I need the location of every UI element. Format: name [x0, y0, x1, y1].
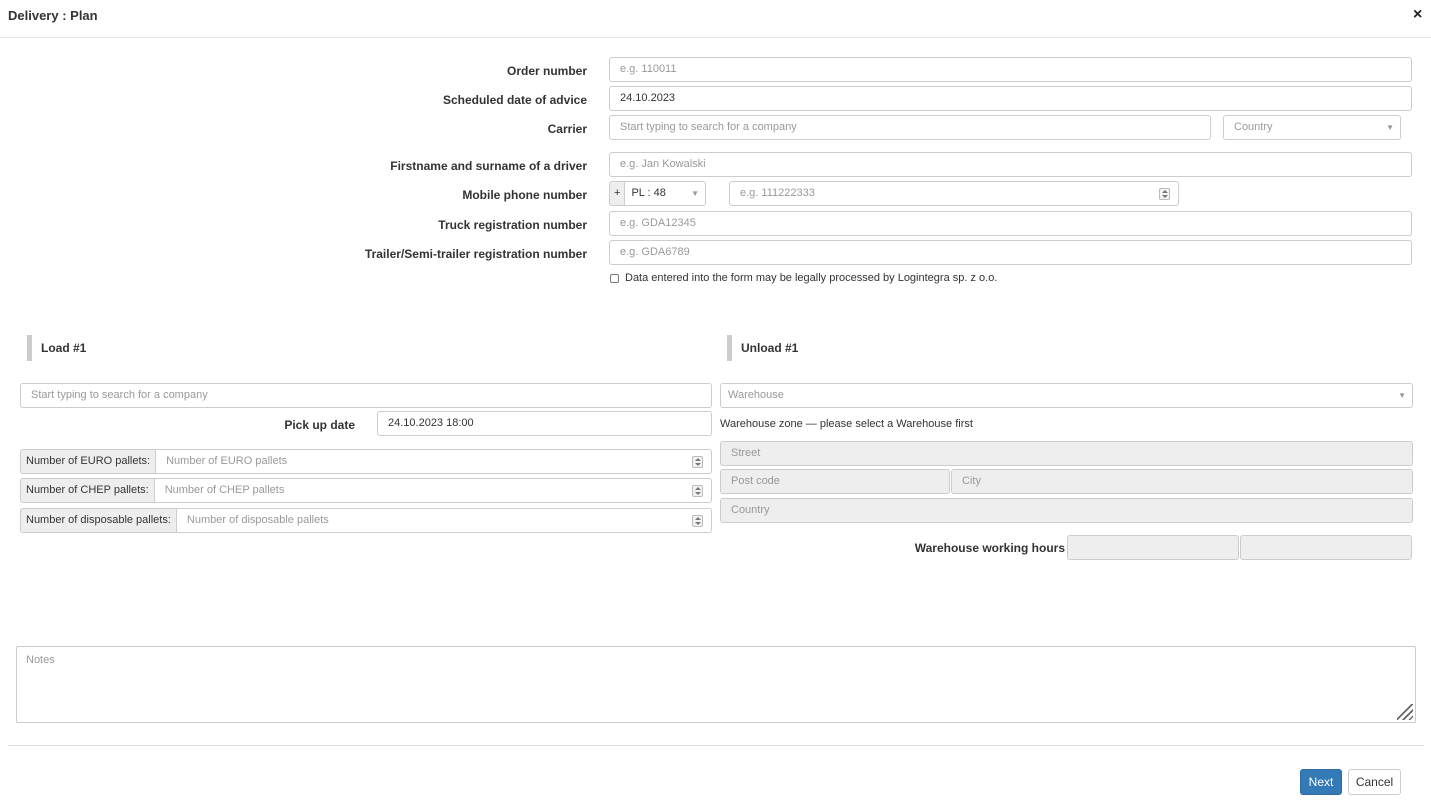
chevron-down-icon: ▼ [691, 189, 699, 198]
spinner-icon[interactable] [1159, 188, 1170, 200]
driver-input[interactable]: e.g. Jan Kowalski [609, 152, 1412, 177]
working-hours-from [1067, 535, 1239, 560]
euro-pallets-input[interactable]: Number of EURO pallets [155, 449, 712, 474]
consent-label: Data entered into the form may be legall… [625, 272, 998, 284]
load-company-input[interactable]: Start typing to search for a company [20, 383, 712, 408]
truck-input[interactable]: e.g. GDA12345 [609, 211, 1412, 236]
street-input: Street [720, 441, 1413, 466]
carrier-input[interactable]: Start typing to search for a company [609, 115, 1211, 140]
warehouse-select[interactable]: Warehouse ▼ [720, 383, 1413, 408]
truck-label: Truck registration number [438, 218, 587, 232]
working-hours-to [1240, 535, 1412, 560]
post-code-input: Post code [720, 469, 950, 494]
load-section-title: Load #1 [27, 335, 327, 361]
trailer-input[interactable]: e.g. GDA6789 [609, 240, 1412, 265]
chevron-down-icon: ▼ [1398, 391, 1406, 400]
chep-pallets-label: Number of CHEP pallets: [20, 478, 154, 503]
euro-pallets-label: Number of EURO pallets: [20, 449, 156, 474]
unload-section-title: Unload #1 [727, 335, 1027, 361]
warehouse-value: Warehouse [728, 389, 784, 401]
header-divider [0, 37, 1431, 38]
modal-title: Delivery : Plan [8, 8, 98, 23]
spinner-icon[interactable] [692, 485, 703, 497]
chevron-down-icon: ▼ [1386, 123, 1394, 132]
disposable-pallets-label: Number of disposable pallets: [20, 508, 176, 533]
chep-pallets-input[interactable]: Number of CHEP pallets [153, 478, 712, 503]
scheduled-date-label: Scheduled date of advice [442, 93, 587, 107]
resize-grip-icon[interactable] [1397, 704, 1413, 720]
euro-pallets-group: Number of EURO pallets: Number of EURO p… [20, 449, 712, 474]
city-input: City [951, 469, 1413, 494]
phone-prefix-select[interactable]: PL : 48 ▼ [624, 181, 706, 206]
order-number-label: Order number [506, 64, 587, 78]
plus-addon: + [609, 181, 625, 206]
consent-checkbox[interactable] [610, 274, 619, 283]
cancel-button[interactable]: Cancel [1348, 769, 1401, 795]
mobile-label: Mobile phone number [462, 188, 587, 202]
mobile-placeholder: e.g. 111222333 [740, 187, 815, 199]
trailer-label: Trailer/Semi-trailer registration number [364, 247, 587, 261]
warehouse-zone-text: Warehouse zone — please select a Warehou… [720, 418, 973, 430]
working-hours-label: Warehouse working hours [914, 541, 1065, 555]
pickup-date-label: Pick up date [284, 418, 355, 432]
carrier-country-select[interactable]: Country ▼ [1223, 115, 1401, 140]
driver-label: Firstname and surname of a driver [390, 159, 587, 173]
scheduled-date-input[interactable]: 24.10.2023 [609, 86, 1412, 111]
disposable-pallets-placeholder: Number of disposable pallets [186, 514, 329, 526]
notes-placeholder: Notes [26, 654, 55, 666]
spinner-icon[interactable] [692, 515, 703, 527]
disposable-pallets-input[interactable]: Number of disposable pallets [175, 508, 712, 533]
footer-divider [8, 745, 1424, 746]
chep-pallets-group: Number of CHEP pallets: Number of CHEP p… [20, 478, 712, 503]
carrier-label: Carrier [547, 122, 587, 136]
close-icon[interactable]: × [1413, 6, 1422, 24]
phone-prefix-group[interactable]: + PL : 48 ▼ [609, 181, 706, 206]
next-button[interactable]: Next [1300, 769, 1342, 795]
mobile-input[interactable]: e.g. 111222333 [729, 181, 1179, 206]
euro-pallets-placeholder: Number of EURO pallets [166, 455, 288, 467]
unload-country-input: Country [720, 498, 1413, 523]
carrier-country-value: Country [1234, 121, 1273, 133]
pickup-date-input[interactable]: 24.10.2023 18:00 [377, 411, 712, 436]
disposable-pallets-group: Number of disposable pallets: Number of … [20, 508, 712, 533]
notes-textarea[interactable]: Notes [16, 646, 1416, 723]
chep-pallets-placeholder: Number of CHEP pallets [164, 484, 285, 496]
order-number-input[interactable]: e.g. 110011 [609, 57, 1412, 82]
phone-prefix-value: PL : 48 [631, 187, 666, 199]
spinner-icon[interactable] [692, 456, 703, 468]
